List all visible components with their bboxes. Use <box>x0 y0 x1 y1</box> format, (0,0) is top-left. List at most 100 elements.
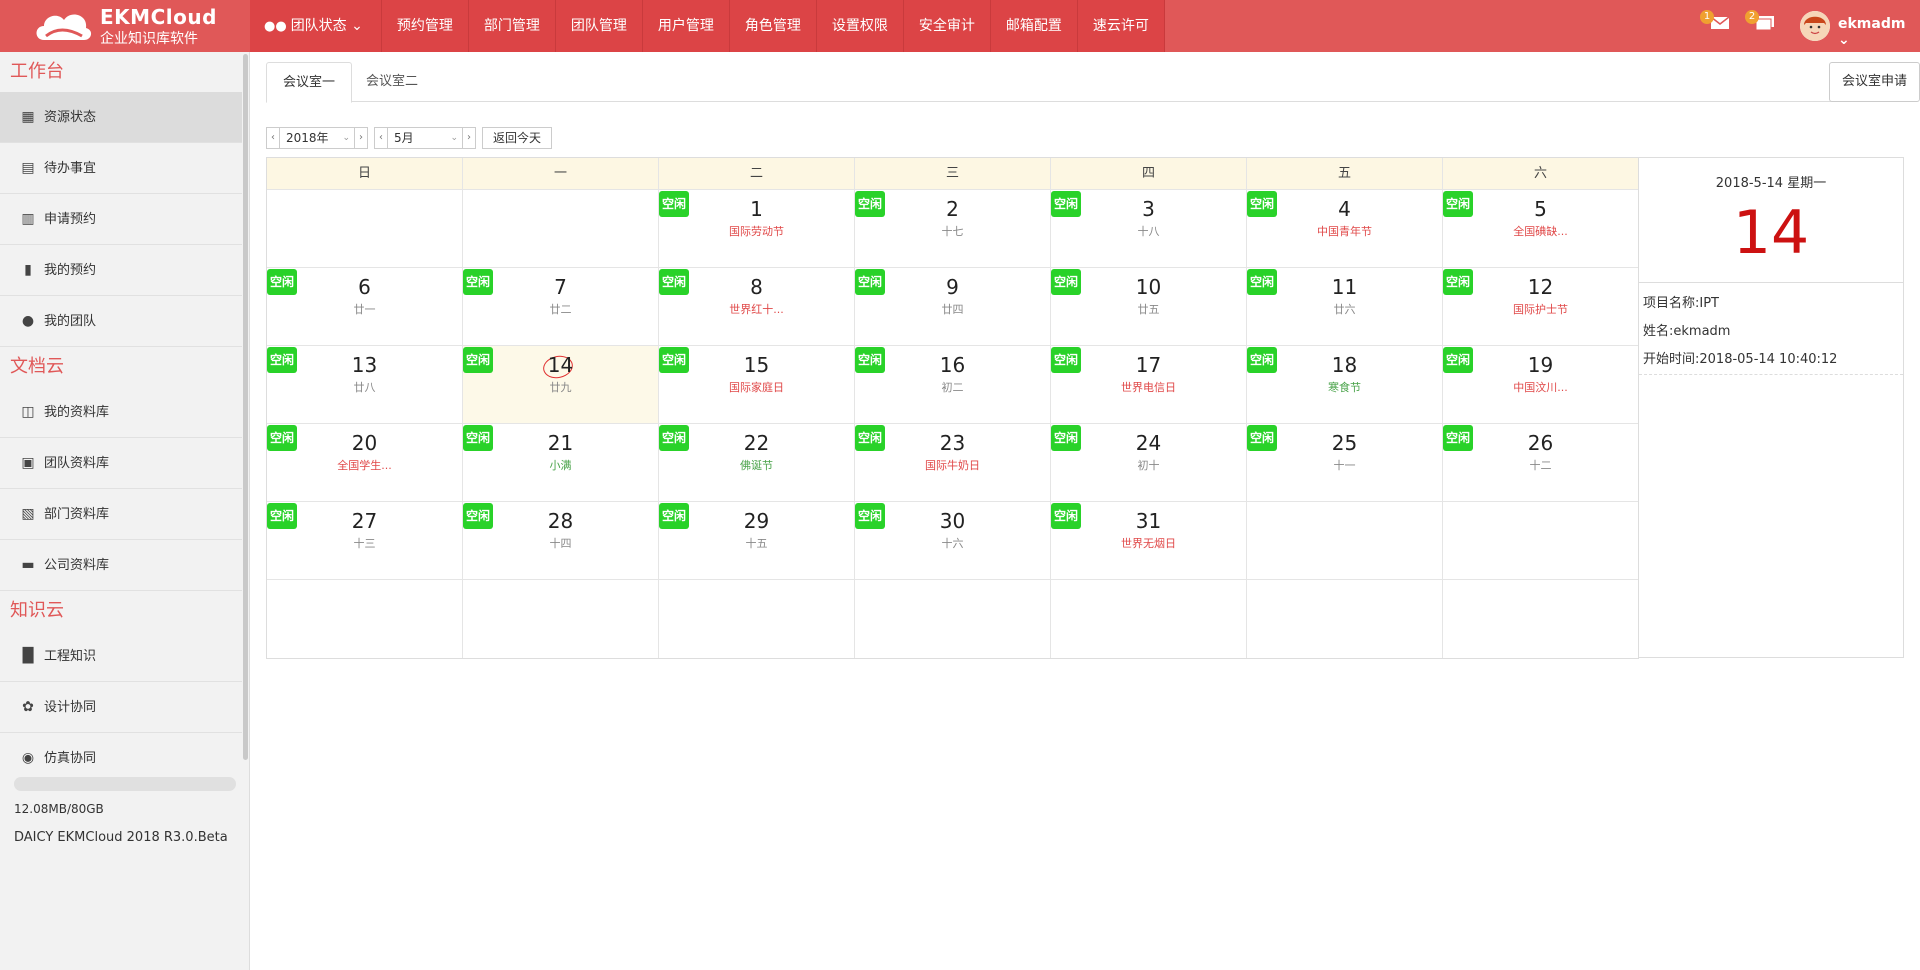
sidebar-scrollbar[interactable] <box>243 54 248 760</box>
mail-button[interactable]: 1 <box>1700 10 1730 36</box>
chevron-down-icon: ⌄ <box>1838 32 1850 48</box>
calendar-day-cell[interactable] <box>1247 580 1443 658</box>
calendar-week-row: 空闲 6 廿一 空闲 7 廿二 空闲 8 世界红十... 空闲 9 廿四 空闲 10 廿五 空闲 11 廿六 空闲 1… <box>267 268 1638 346</box>
sidebar-item-apply-booking[interactable]: ▥ 申请预约 <box>0 194 242 245</box>
calendar-day-cell[interactable]: 空闲 31 世界无烟日 <box>1051 502 1247 579</box>
calendar-day-cell[interactable]: 空闲 3 十八 <box>1051 190 1247 267</box>
calendar-day-cell[interactable]: 空闲 18 寒食节 <box>1247 346 1443 423</box>
weekday-label: 六 <box>1533 166 1547 181</box>
tab-room-2[interactable]: 会议室二 <box>350 62 434 102</box>
calendar-day-cell[interactable] <box>463 190 659 267</box>
nav-permissions[interactable]: 设置权限 <box>817 0 904 52</box>
nav-security-audit[interactable]: 安全审计 <box>904 0 991 52</box>
calendar-day-cell[interactable] <box>659 580 855 658</box>
nav-mail-config[interactable]: 邮箱配置 <box>991 0 1078 52</box>
calendar-day-cell[interactable]: 空闲 11 廿六 <box>1247 268 1443 345</box>
sidebar-item-my-booking[interactable]: ▮ 我的预约 <box>0 245 242 296</box>
calendar-day-cell[interactable]: 空闲 9 廿四 <box>855 268 1051 345</box>
nav-license[interactable]: 速云许可 <box>1078 0 1165 52</box>
year-select[interactable]: 2018年 ⌄ <box>280 127 354 149</box>
day-number: 20 <box>351 431 378 455</box>
day-number: 1 <box>750 197 763 221</box>
nav-role-mgmt[interactable]: 角色管理 <box>730 0 817 52</box>
sidebar-item-label: 团队资料库 <box>44 456 110 471</box>
sidebar-item-company-library[interactable]: ▬ 公司资料库 <box>0 540 242 591</box>
sidebar-item-label: 我的资料库 <box>44 405 110 420</box>
calendar-day-cell[interactable]: 空闲 13 廿八 <box>267 346 463 423</box>
nav-team-status[interactable]: ●● 团队状态 ⌄ <box>250 0 382 52</box>
day-number: 9 <box>946 275 959 299</box>
room-apply-button[interactable]: 会议室申请 <box>1828 62 1920 102</box>
calendar-day-cell[interactable] <box>1443 580 1638 658</box>
main-content: 会议室一 会议室二 会议室申请 ‹ 2018年 ⌄ › ‹ 5月 ⌄ › 返回今天 … <box>250 52 1920 970</box>
calendar-day-cell[interactable]: 空闲 17 世界电信日 <box>1051 346 1247 423</box>
calendar-day-cell[interactable] <box>855 580 1051 658</box>
calendar-day-cell[interactable]: 空闲 22 佛诞节 <box>659 424 855 501</box>
calendar-day-cell[interactable]: 空闲 14 廿九 <box>463 346 659 423</box>
nav-booking-mgmt[interactable]: 预约管理 <box>382 0 469 52</box>
calendar-day-cell[interactable] <box>1443 502 1638 579</box>
sidebar-item-engineering[interactable]: █ 工程知识 <box>0 631 242 682</box>
day-number: 16 <box>939 353 966 377</box>
next-year-button[interactable]: › <box>354 127 368 149</box>
sidebar-item-my-team[interactable]: ● 我的团队 <box>0 296 242 347</box>
calendar-day-cell[interactable]: 空闲 7 廿二 <box>463 268 659 345</box>
day-number: 13 <box>351 353 378 377</box>
calendar-day-cell[interactable]: 空闲 4 中国青年节 <box>1247 190 1443 267</box>
calendar-day-cell[interactable]: 空闲 25 十一 <box>1247 424 1443 501</box>
lunar-or-festival-label: 十一 <box>1333 459 1356 472</box>
calendar-day-cell[interactable]: 空闲 5 全国碘缺... <box>1443 190 1638 267</box>
calendar-day-cell[interactable]: 空闲 24 初十 <box>1051 424 1247 501</box>
calendar-day-cell[interactable]: 空闲 12 国际护士节 <box>1443 268 1638 345</box>
day-number: 19 <box>1527 353 1554 377</box>
calendar-day-cell[interactable]: 空闲 6 廿一 <box>267 268 463 345</box>
calendar-day-cell[interactable]: 空闲 30 十六 <box>855 502 1051 579</box>
calendar-day-cell[interactable] <box>267 580 463 658</box>
calendar-day-cell[interactable]: 空闲 15 国际家庭日 <box>659 346 855 423</box>
lunar-or-festival-label: 国际牛奶日 <box>925 459 980 472</box>
day-number: 28 <box>547 509 574 533</box>
avatar[interactable] <box>1800 11 1830 41</box>
calendar-day-cell[interactable] <box>1247 502 1443 579</box>
calendar-week-row <box>267 580 1638 658</box>
prev-year-button[interactable]: ‹ <box>266 127 280 149</box>
calendar-day-cell[interactable]: 空闲 8 世界红十... <box>659 268 855 345</box>
nav-team-mgmt[interactable]: 团队管理 <box>556 0 643 52</box>
calendar-day-cell[interactable] <box>1051 580 1247 658</box>
calendar-day-cell[interactable]: 空闲 21 小满 <box>463 424 659 501</box>
calendar-day-cell[interactable]: 空闲 26 十二 <box>1443 424 1638 501</box>
nav-user-mgmt[interactable]: 用户管理 <box>643 0 730 52</box>
calendar-day-cell[interactable]: 空闲 28 十四 <box>463 502 659 579</box>
calendar-day-cell[interactable]: 空闲 10 廿五 <box>1051 268 1247 345</box>
lunar-or-festival-label: 世界电信日 <box>1121 381 1176 394</box>
logo[interactable]: EKMCloud 企业知识库软件 <box>0 0 250 52</box>
calendar-day-cell[interactable]: 空闲 20 全国学生... <box>267 424 463 501</box>
calendar-day-cell[interactable]: 空闲 2 十七 <box>855 190 1051 267</box>
sidebar-item-todo[interactable]: ▤ 待办事宜 <box>0 143 242 194</box>
sidebar-item-design-collab[interactable]: ✿ 设计协同 <box>0 682 242 733</box>
back-to-today-button[interactable]: 返回今天 <box>482 127 553 149</box>
calendar-day-cell[interactable]: 空闲 27 十三 <box>267 502 463 579</box>
calendar-day-cell[interactable]: 空闲 29 十五 <box>659 502 855 579</box>
user-menu[interactable]: ekmadm ⌄ <box>1838 16 1920 48</box>
calendar-day-cell[interactable]: 空闲 19 中国汶川... <box>1443 346 1638 423</box>
prev-month-button[interactable]: ‹ <box>374 127 388 149</box>
sidebar-item-my-library[interactable]: ◫ 我的资料库 <box>0 387 242 438</box>
sidebar-item-team-library[interactable]: ▣ 团队资料库 <box>0 438 242 489</box>
calendar-day-cell[interactable]: 空闲 23 国际牛奶日 <box>855 424 1051 501</box>
dept-library-icon: ▧ <box>21 506 35 522</box>
calendar-day-cell[interactable] <box>463 580 659 658</box>
sidebar-item-sim-collab[interactable]: ◉ 仿真协同 <box>0 733 242 766</box>
tab-room-1[interactable]: 会议室一 <box>266 62 353 103</box>
next-month-button[interactable]: › <box>462 127 476 149</box>
weekday-label: 一 <box>463 158 659 189</box>
nav-dept-mgmt[interactable]: 部门管理 <box>469 0 556 52</box>
calendar-day-cell[interactable] <box>267 190 463 267</box>
sidebar-item-resource-status[interactable]: ▦ 资源状态 <box>0 92 242 143</box>
sidebar-item-dept-library[interactable]: ▧ 部门资料库 <box>0 489 242 540</box>
month-select[interactable]: 5月 ⌄ <box>388 127 462 149</box>
message-button[interactable]: 2 <box>1745 10 1775 36</box>
day-number: 29 <box>743 509 770 533</box>
calendar-day-cell[interactable]: 空闲 16 初二 <box>855 346 1051 423</box>
calendar-day-cell[interactable]: 空闲 1 国际劳动节 <box>659 190 855 267</box>
